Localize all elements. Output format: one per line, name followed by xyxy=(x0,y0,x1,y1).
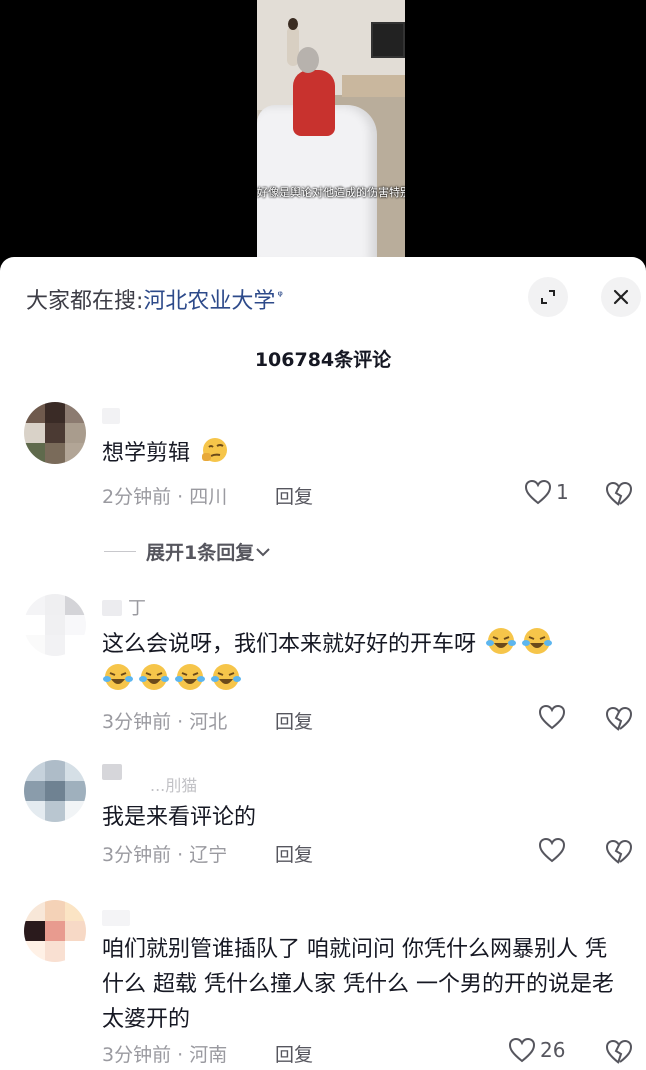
search-icon: ᵠ xyxy=(277,288,283,304)
broken-heart-icon xyxy=(605,839,633,864)
dislike-button[interactable] xyxy=(605,1039,633,1069)
comment-text: 咱们就别管谁插队了 咱就问问 你凭什么网暴别人 凭什么 超载 凭什么撞人家 凭什… xyxy=(102,937,614,1032)
like-button[interactable]: 1 xyxy=(524,479,569,505)
trending-search-term[interactable]: 河北农业大学 xyxy=(143,289,275,314)
avatar[interactable] xyxy=(24,594,86,656)
avatar[interactable] xyxy=(24,760,86,822)
avatar[interactable] xyxy=(24,402,86,464)
reply-button[interactable]: 回复 xyxy=(275,840,313,867)
like-button[interactable] xyxy=(538,704,570,730)
video-subtitle: 好像是舆论对他造成的伤害特别 xyxy=(257,186,405,199)
comment-meta: 3分钟前 · 河北 xyxy=(102,711,228,733)
comment-text: 我是来看评论的 xyxy=(102,805,257,830)
comment-count: 106784条评论 xyxy=(254,349,392,371)
like-button[interactable]: 26 xyxy=(508,1037,565,1063)
dislike-button[interactable] xyxy=(605,706,633,736)
heart-icon xyxy=(524,479,552,505)
chevron-down-icon xyxy=(256,547,270,556)
laughing-crying-emoji-icon xyxy=(211,664,241,690)
expand-button[interactable] xyxy=(528,277,568,317)
username-blurred[interactable] xyxy=(102,600,122,616)
reply-button[interactable]: 回复 xyxy=(275,1040,313,1067)
laughing-crying-emoji-icon xyxy=(103,664,133,690)
username[interactable]: ...刖猫 xyxy=(150,772,197,796)
laughing-crying-emoji-icon xyxy=(139,664,169,690)
dislike-button[interactable] xyxy=(605,481,633,511)
username-blurred[interactable] xyxy=(102,910,130,926)
like-button[interactable] xyxy=(538,837,570,863)
username[interactable]: 丁 xyxy=(128,594,146,620)
expand-replies-label: 展开1条回复 xyxy=(146,542,255,564)
heart-icon xyxy=(538,704,566,730)
video-frame: 好像是舆论对他造成的伤害特别 xyxy=(257,0,405,258)
laughing-crying-emoji-icon xyxy=(486,628,517,654)
expand-icon xyxy=(541,290,555,304)
person-in-video xyxy=(293,70,335,136)
expand-replies-button[interactable]: 展开1条回复 xyxy=(104,538,270,565)
video-player[interactable]: 好像是舆论对他造成的伤害特别 xyxy=(0,0,646,270)
heart-icon xyxy=(538,837,566,863)
comment-sheet: 大家都在搜:河北农业大学 ᵠ 106784条评论 想学剪辑 2分钟前 · 四川 … xyxy=(0,257,646,1070)
comment-text: 这么会说呀，我们本来就好好的开车呀 xyxy=(102,626,622,698)
like-count: 26 xyxy=(540,1038,566,1062)
reply-button[interactable]: 回复 xyxy=(275,707,313,734)
broken-heart-icon xyxy=(605,1039,633,1064)
username-blurred[interactable] xyxy=(102,408,120,424)
broken-heart-icon xyxy=(605,481,633,506)
avatar[interactable] xyxy=(24,900,86,962)
comment-text: 想学剪辑 xyxy=(102,435,622,471)
tv-in-video xyxy=(371,22,405,58)
comment-meta: 2分钟前 · 四川 xyxy=(102,486,228,508)
laughing-crying-emoji-icon xyxy=(175,664,205,690)
thinking-emoji-icon xyxy=(202,438,228,462)
close-button[interactable] xyxy=(601,277,641,317)
comment-meta: 3分钟前 · 河南 xyxy=(102,1044,228,1066)
heart-icon xyxy=(508,1037,536,1063)
username-blurred[interactable] xyxy=(102,764,122,780)
trending-search-prefix: 大家都在搜: xyxy=(26,289,144,314)
broken-heart-icon xyxy=(605,706,633,731)
reply-button[interactable]: 回复 xyxy=(275,482,313,509)
comment-meta: 3分钟前 · 辽宁 xyxy=(102,844,228,866)
close-icon xyxy=(613,289,629,305)
divider xyxy=(104,551,136,552)
trending-search[interactable]: 大家都在搜:河北农业大学 ᵠ xyxy=(26,283,283,315)
dislike-button[interactable] xyxy=(605,839,633,869)
laughing-crying-emoji-icon xyxy=(522,628,553,654)
like-count: 1 xyxy=(556,480,569,504)
